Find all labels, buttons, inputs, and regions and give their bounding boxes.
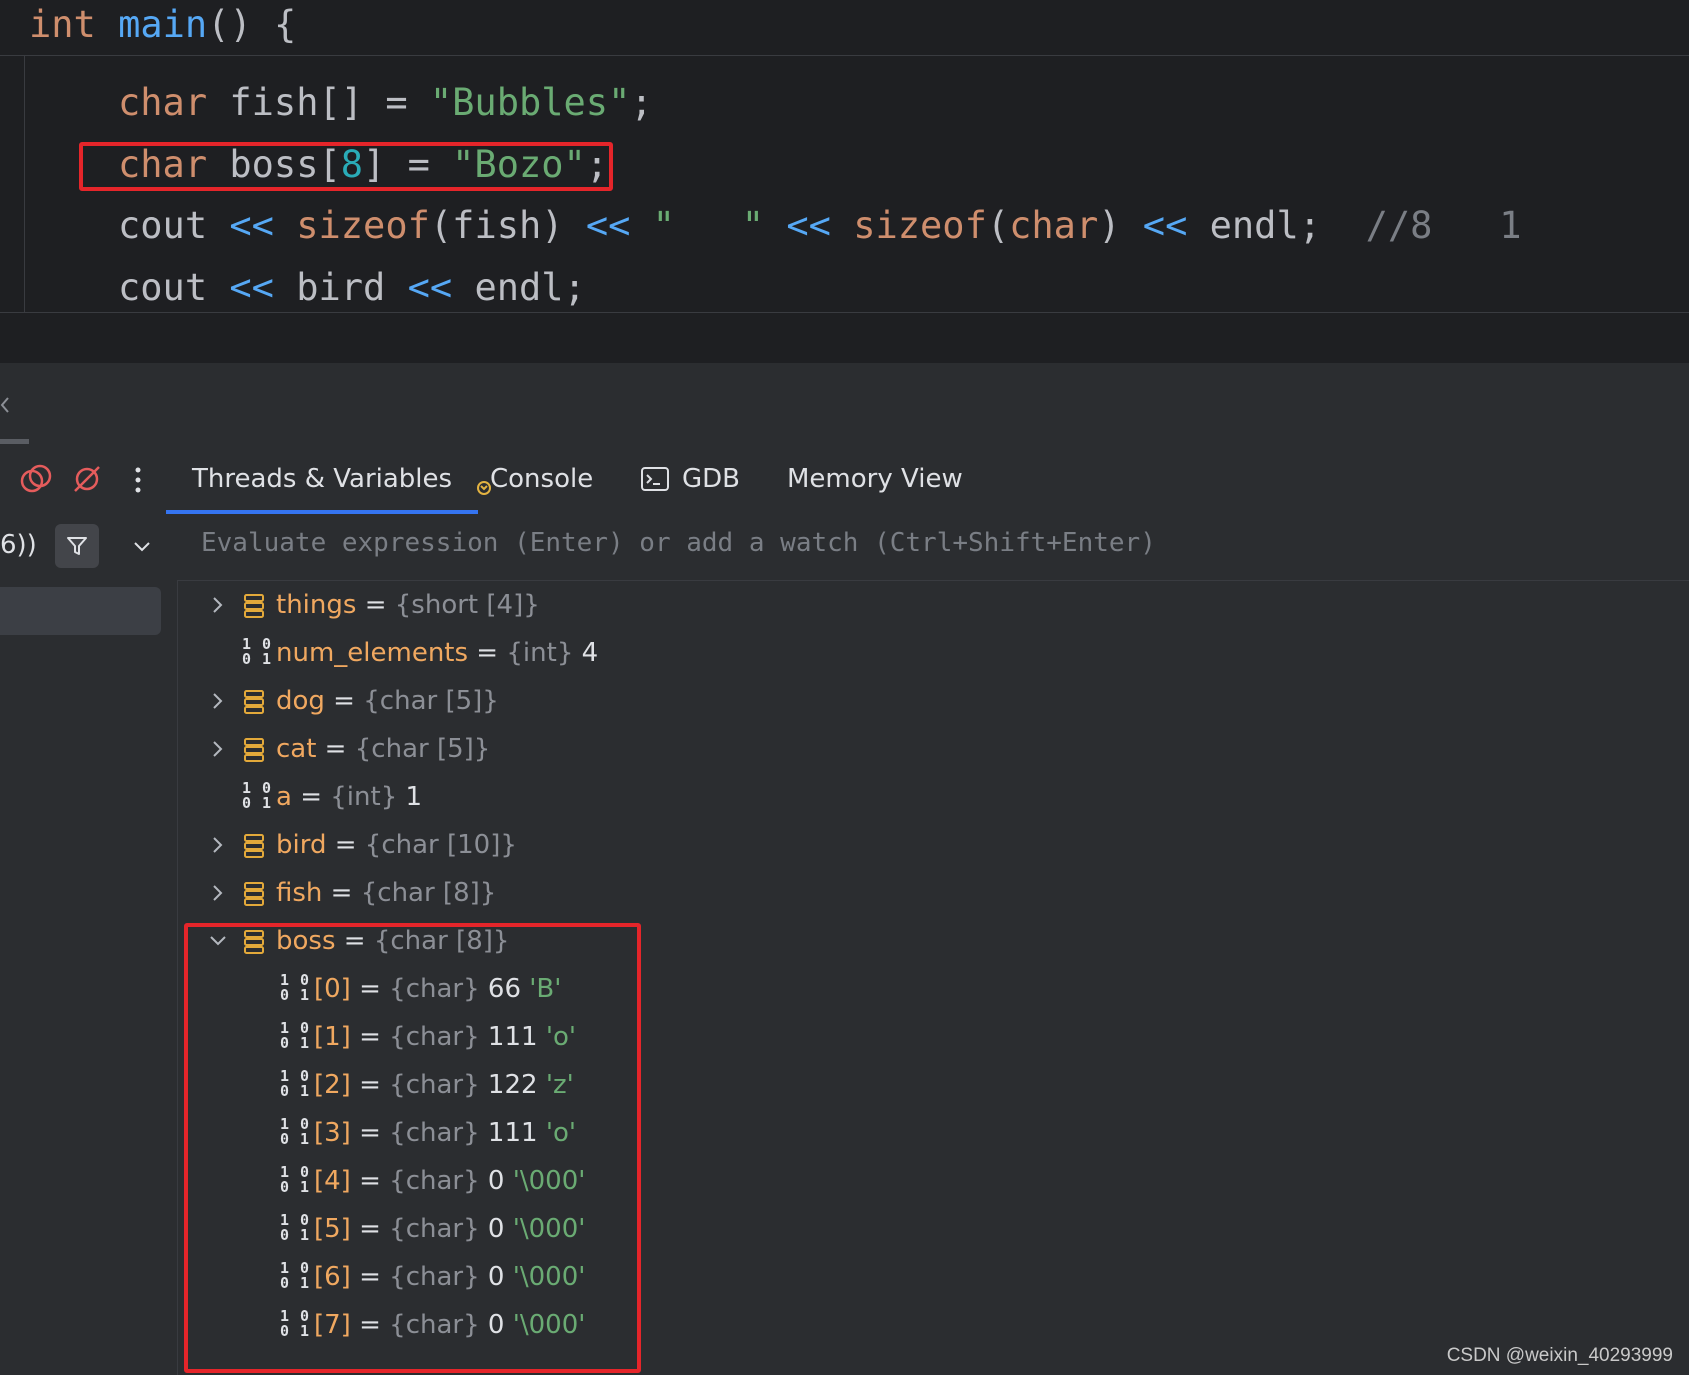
variable-type: {char [8]} [360,878,497,908]
filter-icon [67,537,87,555]
variable-text: dog = {char [5]} [276,686,499,716]
variable-text: fish = {char [8]} [276,878,497,908]
terminal-icon [641,467,669,491]
filter-button[interactable] [55,524,99,568]
thread-selector-label[interactable]: 6)) [0,530,37,560]
variable-type: {short [4]} [394,590,540,620]
debug-session-strip [0,363,1689,445]
variable-text: a = {int} 1 [276,782,423,812]
code-line-cout-bird: cout << bird << endl; [118,266,586,309]
variable-name: a [276,782,292,812]
array-icon [244,738,264,762]
chevron-left-icon[interactable] [0,395,12,415]
more-options-icon[interactable] [132,466,144,494]
chevron-down-icon[interactable] [133,540,151,554]
variable-type: {int} [330,782,398,812]
code-editor[interactable]: int main() { char fish[] = "Bubbles"; ch… [0,0,1689,363]
variable-row[interactable]: 1 00 1 num_elements = {int} 4 [178,629,1678,677]
primitive-value-icon: 1 00 1 [242,779,273,812]
variable-type: {int} [506,638,574,668]
variable-name: num_elements [276,638,469,668]
variable-row[interactable]: fish = {char [8]} [178,869,1678,917]
code-line-fish: char fish[] = "Bubbles"; [118,81,653,124]
mute-breakpoints-icon[interactable] [20,464,52,494]
variable-text: cat = {char [5]} [276,734,491,764]
tab-memory-view[interactable]: Memory View [787,444,963,514]
tab-console[interactable]: Console [490,444,593,514]
variable-name: things [276,590,357,620]
variable-name: dog [276,686,325,716]
frames-pane: 6)) [0,514,178,1375]
code-line-main: int main() { [29,3,297,46]
variable-type: {char [5]} [354,734,491,764]
debug-tab-bar: Threads & Variables Console GDB Memory V… [0,444,1689,515]
variable-row[interactable]: bird = {char [10]} [178,821,1678,869]
chevron-right-icon[interactable] [208,883,228,903]
array-icon [244,834,264,858]
variable-name: fish [276,878,323,908]
variable-type: {char [10]} [364,830,517,860]
code-line-cout-sizeof: cout << sizeof(fish) << " " << sizeof(ch… [118,204,1522,247]
watermark: CSDN @weixin_40293999 [1446,1345,1673,1366]
evaluate-bar[interactable]: Evaluate expression (Enter) or add a wat… [177,514,1689,581]
primitive-value-icon: 1 00 1 [242,635,273,668]
selected-frame-row[interactable] [0,587,161,635]
editor-gutter [0,56,25,312]
variable-text: things = {short [4]} [276,590,540,620]
tab-gdb[interactable]: GDB [682,444,740,514]
variable-value: 1 [405,782,423,812]
variable-text: bird = {char [10]} [276,830,517,860]
variable-type: {char [5]} [363,686,499,716]
clear-breakpoints-icon[interactable] [72,464,102,494]
code-highlight-box [79,142,613,191]
array-icon [244,882,264,906]
variable-text: num_elements = {int} 4 [276,638,599,668]
editor-bottom-divider [0,312,1689,313]
variable-row[interactable]: dog = {char [5]} [178,677,1678,725]
variable-row[interactable]: cat = {char [5]} [178,725,1678,773]
chevron-right-icon[interactable] [208,691,228,711]
evaluate-expression-input[interactable]: Evaluate expression (Enter) or add a wat… [201,528,1156,558]
chevron-right-icon[interactable] [208,835,228,855]
variable-name: bird [276,830,327,860]
array-icon [244,690,264,714]
tab-threads-variables[interactable]: Threads & Variables [165,444,479,514]
variable-row[interactable]: things = {short [4]} [178,581,1678,629]
variable-row[interactable]: 1 00 1a = {int} 1 [178,773,1678,821]
variable-name: cat [276,734,317,764]
variables-highlight-box [184,923,641,1373]
chevron-right-icon[interactable] [208,739,228,759]
chevron-right-icon[interactable] [208,595,228,615]
sticky-header-divider [0,55,1689,56]
array-icon [244,594,264,618]
variable-value: 4 [581,638,599,668]
